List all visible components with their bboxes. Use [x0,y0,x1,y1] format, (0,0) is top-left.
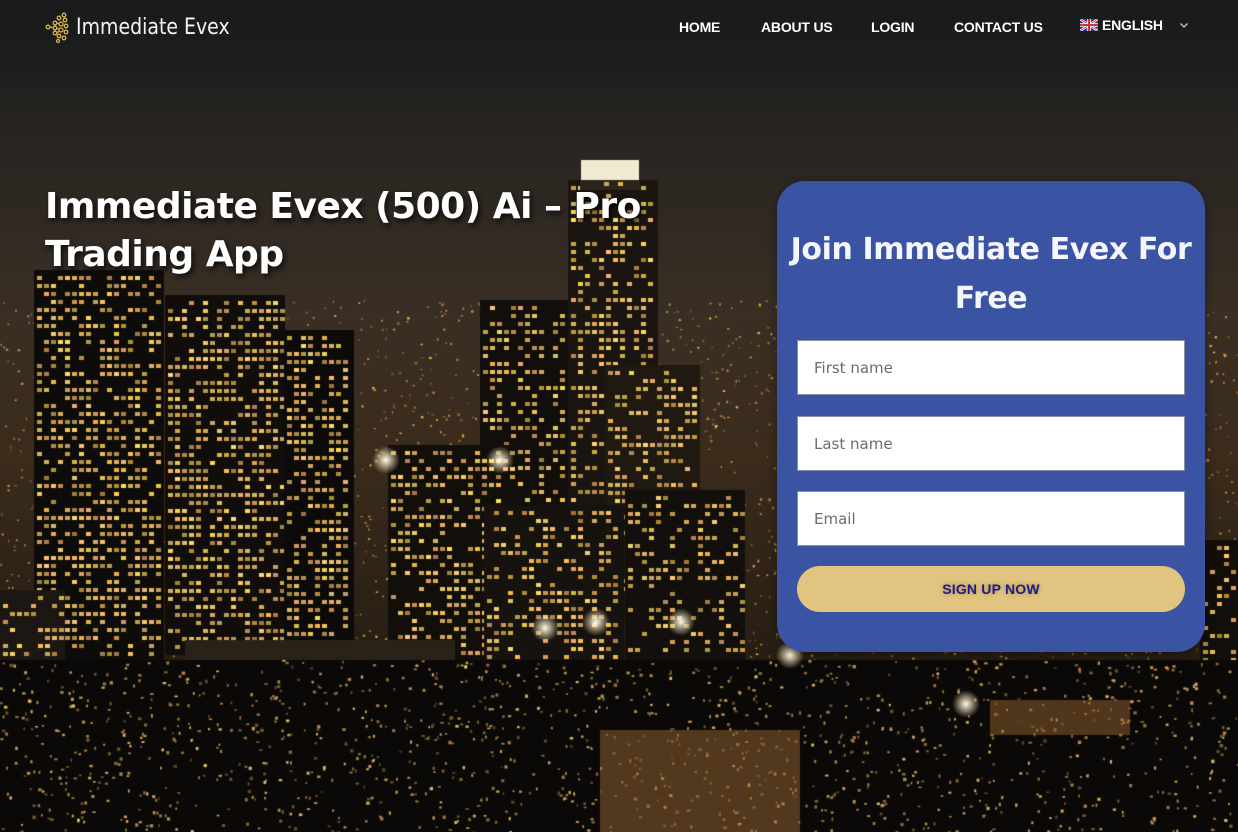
chevron-down-icon [1179,23,1188,28]
first-name-input[interactable] [797,340,1185,395]
globe-dots-icon [45,12,69,44]
nav-contact-us[interactable]: CONTACT US [954,19,1043,35]
last-name-input[interactable] [797,416,1185,471]
language-label: ENGLISH [1102,17,1163,33]
language-selector[interactable]: ENGLISH [1080,17,1189,33]
nav-about-us[interactable]: ABOUT US [761,19,833,35]
site-header: Immediate Evex HOME ABOUT US LOGIN CONTA… [0,0,1238,55]
signup-card: Join Immediate Evex For Free SIGN UP NOW [777,181,1205,652]
signup-title: Join Immediate Evex For Free [790,232,1192,316]
uk-flag-icon [1080,19,1098,31]
nav-home[interactable]: HOME [679,19,720,35]
email-input[interactable] [797,491,1185,546]
nav-login[interactable]: LOGIN [871,19,915,35]
logo-text: Immediate Evex [76,14,230,40]
hero-title: Immediate Evex (500) Ai – Pro Trading Ap… [45,186,641,275]
sign-up-button[interactable]: SIGN UP NOW [797,566,1185,612]
logo-link[interactable]: Immediate Evex [44,10,255,44]
